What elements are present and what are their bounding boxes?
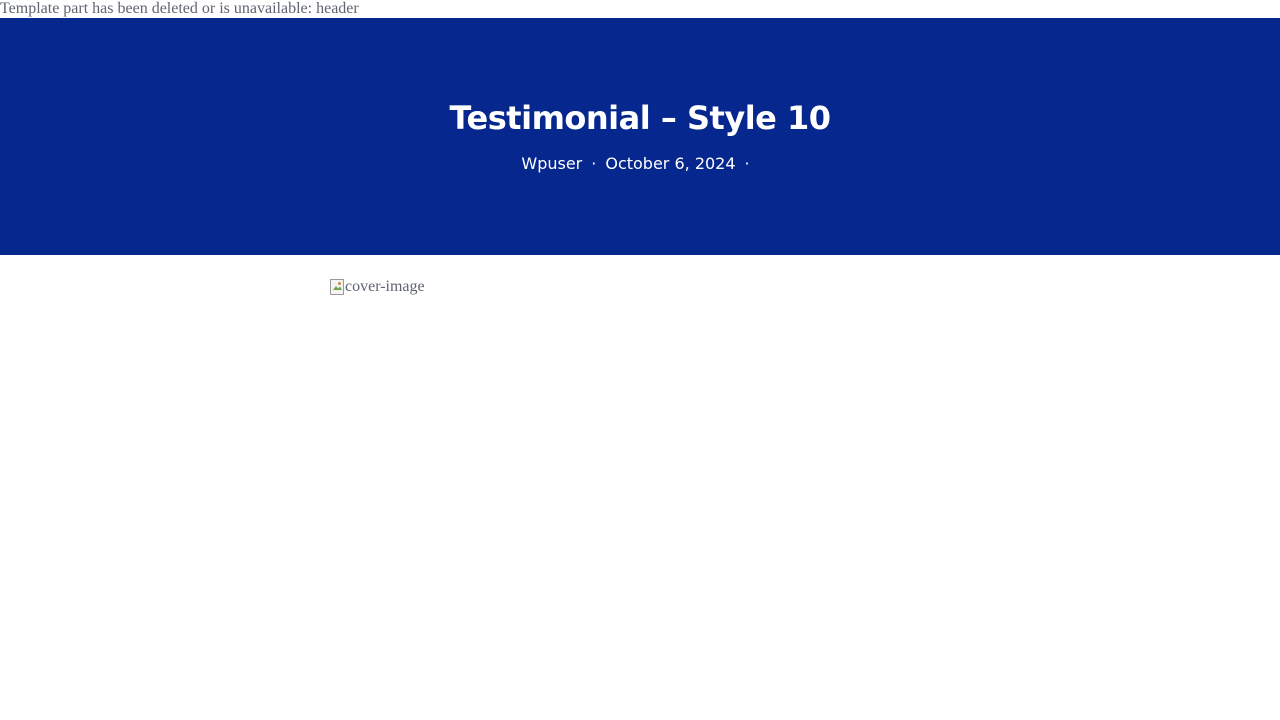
post-author-link[interactable]: Wpuser [521, 154, 582, 173]
broken-image-icon-svg [330, 279, 344, 295]
post-title: Testimonial – Style 10 [449, 99, 831, 137]
post-date[interactable]: October 6, 2024 [605, 154, 735, 173]
meta-separator: · [591, 154, 597, 173]
post-meta: Wpuser · October 6, 2024 · [0, 153, 1280, 175]
broken-image-icon [330, 279, 344, 295]
meta-separator: · [744, 154, 750, 173]
template-missing-notice: Template part has been deleted or is una… [0, 0, 359, 17]
cover-image-alt-text: cover-image [345, 278, 425, 295]
post-hero-banner: Testimonial – Style 10 Wpuser · October 6,… [0, 18, 1280, 255]
cover-image: cover-image [330, 277, 425, 297]
